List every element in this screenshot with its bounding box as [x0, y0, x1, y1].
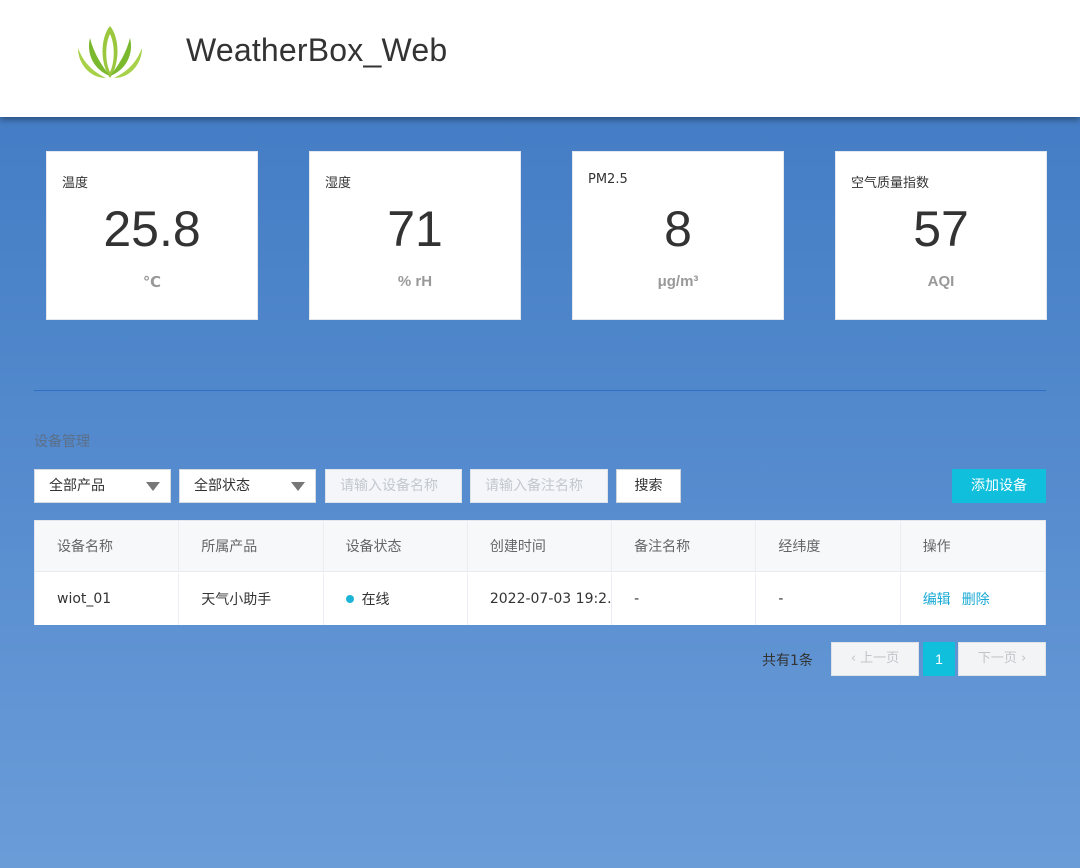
card-label: 湿度	[325, 176, 352, 191]
status-select[interactable]: 全部状态	[179, 469, 316, 503]
page-number-current[interactable]: 1	[923, 642, 955, 676]
column-header: 设备状态	[324, 521, 468, 571]
caret-down-icon	[291, 482, 305, 491]
card-unit: % rH	[397, 273, 433, 290]
caret-down-icon	[146, 482, 160, 491]
remark-cell: -	[612, 573, 757, 625]
chevron-right-icon: ›	[1020, 651, 1027, 666]
coords-cell: -	[756, 573, 901, 625]
app-header: WeatherBox_Web	[0, 0, 1080, 117]
table-row: wiot_01 天气小助手 在线 2022-07-03 19:2... - - …	[35, 573, 1045, 625]
status-select-value: 全部状态	[194, 478, 250, 494]
search-button[interactable]: 搜索	[616, 469, 681, 503]
humidity-card: 湿度 71 % rH	[309, 151, 521, 320]
card-value: 25.8	[103, 201, 201, 257]
add-device-button[interactable]: 添加设备	[952, 469, 1046, 503]
prev-page-button[interactable]: ‹ 上一页	[831, 642, 919, 676]
status-cell: 在线	[324, 573, 468, 625]
card-value: 57	[913, 201, 969, 257]
total-count: 共有1条	[762, 653, 813, 669]
actions-cell: 编辑 删除	[901, 573, 1045, 625]
device-name-input[interactable]	[325, 469, 462, 503]
product-select-value: 全部产品	[49, 478, 105, 494]
product-cell: 天气小助手	[179, 573, 324, 625]
column-header: 设备名称	[35, 521, 180, 571]
edit-link[interactable]: 编辑	[923, 589, 951, 609]
next-page-button[interactable]: 下一页 ›	[958, 642, 1046, 676]
card-value: 71	[387, 201, 443, 257]
card-unit: AQI	[927, 273, 955, 290]
column-header: 备注名称	[612, 521, 757, 571]
chevron-left-icon: ‹	[850, 651, 857, 666]
card-label: 空气质量指数	[851, 176, 930, 191]
app-logo-icon	[78, 26, 142, 78]
online-status-dot-icon	[345, 595, 354, 603]
card-value: 8	[664, 201, 692, 257]
prev-page-label: 上一页	[860, 651, 900, 666]
section-title: 设备管理	[34, 434, 90, 450]
table-header-row: 设备名称 所属产品 设备状态 创建时间 备注名称 经纬度 操作	[35, 521, 1045, 572]
card-label: PM2.5	[588, 172, 628, 187]
app-title: WeatherBox_Web	[186, 32, 448, 68]
product-select[interactable]: 全部产品	[34, 469, 171, 503]
column-header: 操作	[922, 539, 951, 555]
delete-link[interactable]: 删除	[962, 589, 990, 609]
column-header: 创建时间	[468, 521, 613, 571]
created-time-cell: 2022-07-03 19:2...	[468, 573, 613, 625]
pm25-card: PM2.5 8 μg/m³	[572, 151, 784, 320]
column-header: 经纬度	[756, 521, 901, 571]
device-table: 设备名称 所属产品 设备状态 创建时间 备注名称 经纬度 操作 wiot_01 …	[34, 520, 1046, 625]
next-page-label: 下一页	[977, 651, 1017, 666]
device-name-cell: wiot_01	[35, 573, 180, 625]
remark-name-input[interactable]	[470, 469, 608, 503]
section-divider	[34, 390, 1046, 391]
aqi-card: 空气质量指数 57 AQI	[835, 151, 1047, 320]
card-unit: ℃	[142, 274, 162, 291]
status-text: 在线	[361, 592, 390, 608]
temperature-card: 温度 25.8 ℃	[46, 151, 258, 320]
card-label: 温度	[62, 176, 89, 191]
card-unit: μg/m³	[657, 273, 699, 290]
column-header: 所属产品	[179, 521, 324, 571]
